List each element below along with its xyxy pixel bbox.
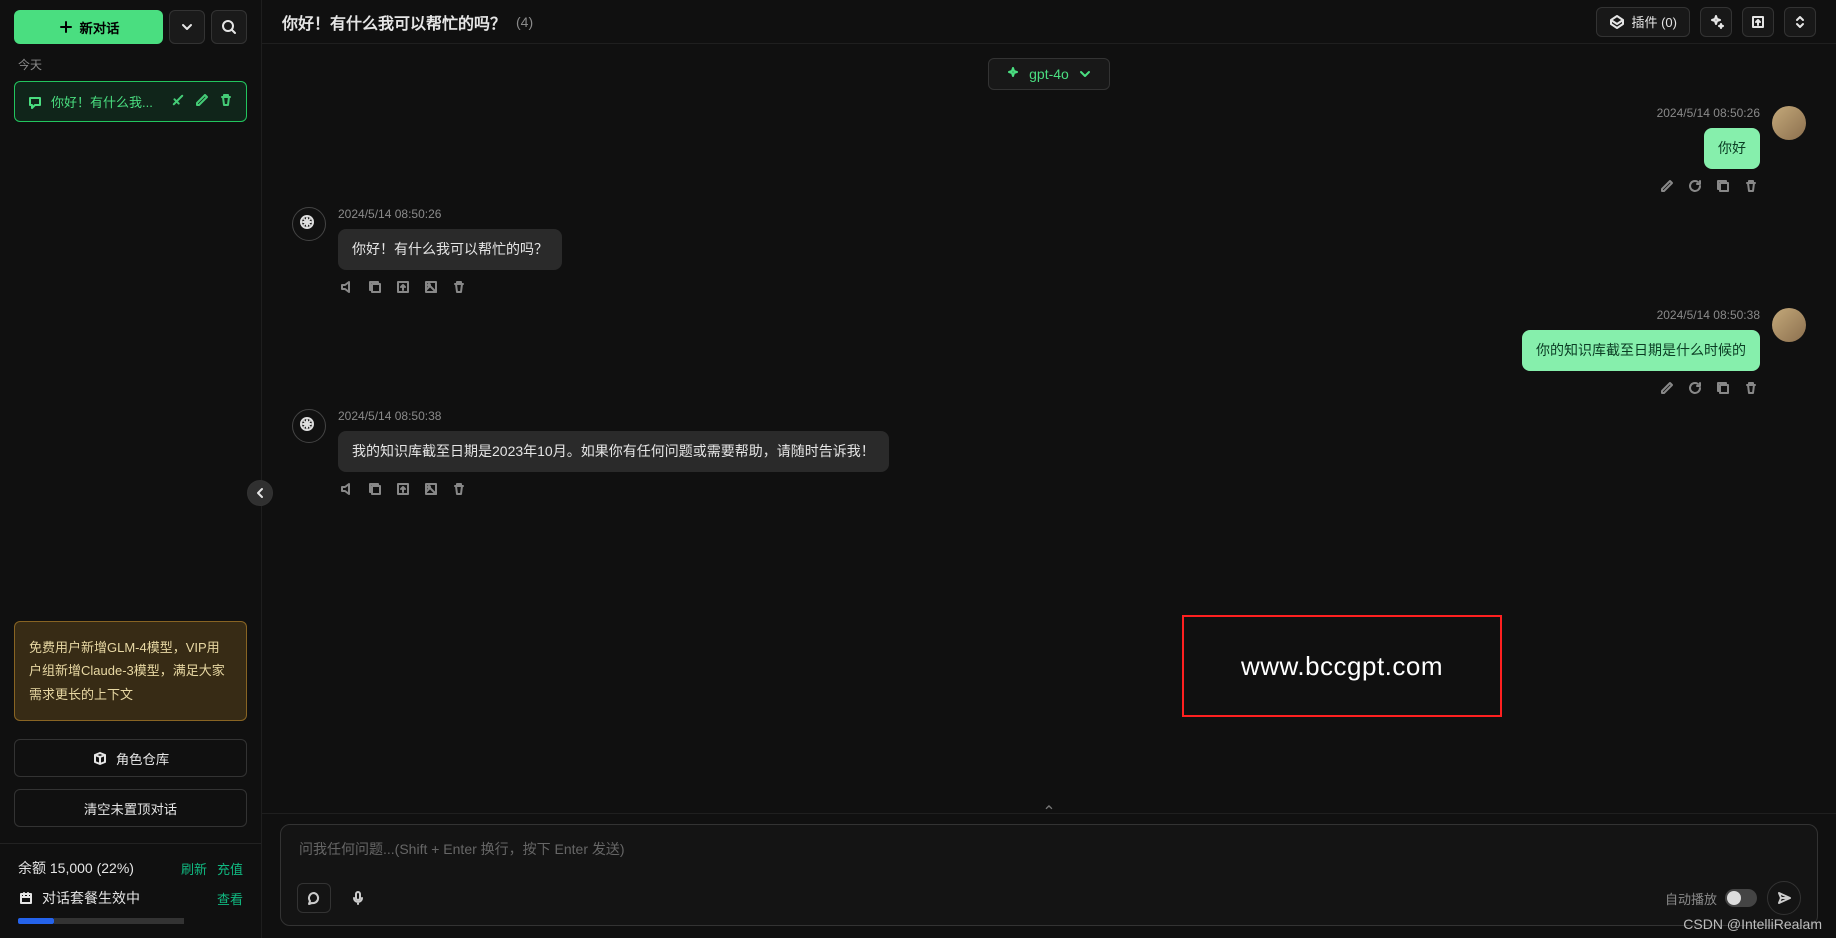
new-chat-button[interactable]: 新对话 xyxy=(14,10,163,44)
image-icon[interactable] xyxy=(422,278,440,296)
export-icon[interactable] xyxy=(394,480,412,498)
plus-icon xyxy=(58,19,74,35)
composer-input[interactable] xyxy=(297,837,1801,873)
edit-icon[interactable] xyxy=(194,92,210,111)
mic-icon xyxy=(350,890,366,906)
model-selector[interactable]: gpt-4o xyxy=(988,58,1110,90)
chevron-down-icon xyxy=(1077,66,1093,82)
export-button[interactable] xyxy=(1742,7,1774,37)
chevron-left-icon xyxy=(252,485,268,501)
voice-button[interactable] xyxy=(341,883,375,913)
plan-view-link[interactable]: 查看 xyxy=(217,889,243,908)
message-user: 2024/5/14 08:50:26 你好 xyxy=(292,106,1806,195)
balance-label: 余额 15,000 (22%) xyxy=(18,858,134,878)
send-icon xyxy=(1776,890,1792,906)
timestamp: 2024/5/14 08:50:26 xyxy=(338,207,562,221)
copy-icon[interactable] xyxy=(1714,177,1732,195)
sparkle-button[interactable] xyxy=(1700,7,1732,37)
timestamp: 2024/5/14 08:50:38 xyxy=(1657,308,1760,322)
page-title: 你好！有什么我可以帮忙的吗？ xyxy=(282,10,506,34)
chat-icon xyxy=(27,94,43,110)
delete-icon[interactable] xyxy=(450,278,468,296)
plug-icon xyxy=(1609,14,1625,30)
export-icon xyxy=(1750,14,1766,30)
avatar xyxy=(292,207,326,241)
message-count: (4) xyxy=(516,14,533,30)
collapse-sidebar-button[interactable] xyxy=(247,480,273,506)
timestamp: 2024/5/14 08:50:38 xyxy=(338,409,889,423)
delete-icon[interactable] xyxy=(218,92,234,111)
refresh-link[interactable]: 刷新 xyxy=(181,859,207,878)
copy-icon[interactable] xyxy=(366,480,384,498)
sparkle-icon xyxy=(1708,14,1724,30)
search-icon xyxy=(221,19,237,35)
notice-banner: 免费用户新增GLM-4模型，VIP用户组新增Claude-3模型，满足大家需求更… xyxy=(14,621,247,721)
avatar xyxy=(1772,106,1806,140)
plugins-button[interactable]: 插件 (0) xyxy=(1596,7,1690,37)
speak-icon[interactable] xyxy=(338,278,356,296)
avatar xyxy=(1772,308,1806,342)
speak-icon[interactable] xyxy=(338,480,356,498)
regenerate-icon[interactable] xyxy=(1686,177,1704,195)
pin-icon[interactable] xyxy=(170,92,186,111)
auto-play-toggle[interactable] xyxy=(1725,889,1757,907)
openai-icon xyxy=(299,214,319,234)
progress-bar xyxy=(18,918,54,924)
delete-icon[interactable] xyxy=(1742,177,1760,195)
message-text: 你好！有什么我可以帮忙的吗？ xyxy=(338,229,562,270)
regenerate-icon[interactable] xyxy=(1686,379,1704,397)
export-icon[interactable] xyxy=(394,278,412,296)
conversation-item[interactable]: 你好！有什么我... xyxy=(14,81,247,122)
message-text: 你好 xyxy=(1704,128,1760,169)
chat-scroll[interactable]: 2024/5/14 08:50:26 你好 2024/5/14 08:50: xyxy=(262,94,1836,813)
chevron-down-icon xyxy=(179,19,195,35)
conversation-title: 你好！有什么我... xyxy=(51,92,162,111)
chevrons-icon xyxy=(1792,14,1808,30)
message-assistant: 2024/5/14 08:50:26 你好！有什么我可以帮忙的吗？ xyxy=(292,207,1806,296)
edit-icon[interactable] xyxy=(1658,177,1676,195)
timestamp: 2024/5/14 08:50:26 xyxy=(1657,106,1760,120)
new-chat-dropdown[interactable] xyxy=(169,10,205,44)
send-button[interactable] xyxy=(1767,881,1801,915)
message-text: 我的知识库截至日期是2023年10月。如果你有任何问题或需要帮助，请随时告诉我！ xyxy=(338,431,889,472)
section-today: 今天 xyxy=(0,54,261,81)
search-button[interactable] xyxy=(211,10,247,44)
calendar-icon xyxy=(18,890,34,906)
copy-icon[interactable] xyxy=(366,278,384,296)
message-assistant: 2024/5/14 08:50:38 我的知识库截至日期是2023年10月。如果… xyxy=(292,409,1806,498)
edit-icon[interactable] xyxy=(1658,379,1676,397)
whatsapp-button[interactable] xyxy=(297,883,331,913)
message-text: 你的知识库截至日期是什么时候的 xyxy=(1522,330,1760,371)
auto-play-label: 自动播放 xyxy=(1665,889,1717,908)
image-icon[interactable] xyxy=(422,480,440,498)
sparkle-icon xyxy=(1005,66,1021,82)
copy-icon[interactable] xyxy=(1714,379,1732,397)
collapse-all-button[interactable] xyxy=(1784,7,1816,37)
plan-label: 对话套餐生效中 xyxy=(42,888,140,908)
avatar xyxy=(292,409,326,443)
clear-unpinned-button[interactable]: 清空未置顶对话 xyxy=(14,789,247,827)
model-name: gpt-4o xyxy=(1029,66,1069,82)
new-chat-label: 新对话 xyxy=(80,18,120,37)
delete-icon[interactable] xyxy=(1742,379,1760,397)
box-icon xyxy=(92,750,108,766)
delete-icon[interactable] xyxy=(450,480,468,498)
chat-bubble-icon xyxy=(306,890,322,906)
resize-handle[interactable]: ⌃ xyxy=(1042,802,1055,822)
recharge-link[interactable]: 充值 xyxy=(217,859,243,878)
message-user: 2024/5/14 08:50:38 你的知识库截至日期是什么时候的 xyxy=(292,308,1806,397)
openai-icon xyxy=(299,416,319,436)
role-store-button[interactable]: 角色仓库 xyxy=(14,739,247,777)
